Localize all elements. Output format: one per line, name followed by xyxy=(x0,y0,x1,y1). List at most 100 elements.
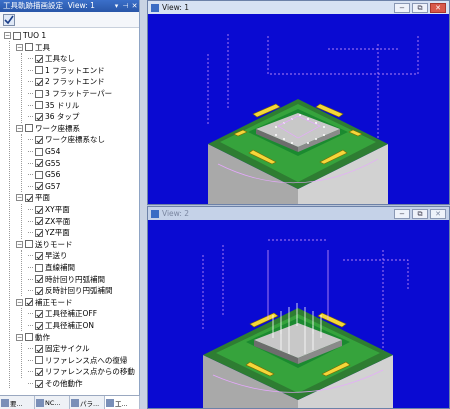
bottom-tab[interactable]: 要... xyxy=(0,396,35,409)
tree-checkbox[interactable] xyxy=(35,251,43,260)
tree-checkbox[interactable] xyxy=(35,275,43,284)
tree-checkbox[interactable] xyxy=(35,228,43,237)
tree-guide-line xyxy=(9,41,10,388)
view-window-1[interactable]: View: 1 − ⧉ ✕ xyxy=(147,0,450,205)
tree-node[interactable]: G57 xyxy=(28,181,60,192)
tree-node[interactable]: 時計回り円弧補間 xyxy=(28,274,105,285)
view-2-titlebar: View: 2 − ⧉ ✕ xyxy=(148,207,449,220)
tree-checkbox[interactable] xyxy=(35,182,43,191)
tree-checkbox[interactable] xyxy=(35,344,43,353)
tree-checkbox[interactable] xyxy=(35,54,43,63)
view-window-2[interactable]: View: 2 − ⧉ ✕ xyxy=(147,206,450,409)
tree-node[interactable]: 36 タップ xyxy=(28,111,79,122)
tree-node[interactable]: 反時計回り円弧補間 xyxy=(28,285,113,296)
tree-checkbox[interactable] xyxy=(35,321,43,330)
close-icon[interactable]: ✕ xyxy=(130,0,139,12)
collapse-toggle-icon[interactable]: − xyxy=(4,32,11,39)
bottom-tab-label: NC... xyxy=(45,398,61,407)
collapse-toggle-icon[interactable]: − xyxy=(16,43,23,51)
tree-node-label: ZX平面 xyxy=(45,216,71,226)
tree-node[interactable]: 工具径補正ON xyxy=(28,320,94,331)
dropdown-arrow-icon[interactable]: ▾ xyxy=(112,0,121,12)
tree-node[interactable]: その他動作 xyxy=(28,378,83,389)
tree-node[interactable]: 2 フラットエンド xyxy=(28,76,105,87)
tree-guide-line xyxy=(21,134,22,192)
tree-node[interactable]: ZX平面 xyxy=(28,216,70,227)
tree-node-label: G55 xyxy=(45,158,61,168)
collapse-toggle-icon[interactable]: − xyxy=(16,194,23,202)
tree-node[interactable]: 工具径補正OFF xyxy=(28,308,97,319)
minimize-button[interactable]: − xyxy=(394,208,410,219)
restore-button[interactable]: ⧉ xyxy=(412,208,428,219)
tree-checkbox[interactable] xyxy=(35,66,43,75)
view-1-titlebar: View: 1 − ⧉ ✕ xyxy=(148,1,449,14)
tree-node-label: 工具 xyxy=(35,42,50,52)
tree-checkbox[interactable] xyxy=(35,112,43,121)
tree-node[interactable]: 工具なし xyxy=(28,53,75,64)
tree-checkbox[interactable] xyxy=(25,298,33,307)
tree-checkbox[interactable] xyxy=(35,135,43,144)
view-2-viewport[interactable] xyxy=(148,220,449,408)
close-button[interactable]: ✕ xyxy=(430,208,446,219)
tree-node[interactable]: − 工具 xyxy=(16,42,50,53)
tree-node[interactable]: 1 フラットエンド xyxy=(28,65,105,76)
tree-checkbox[interactable] xyxy=(35,159,43,168)
tree-node[interactable]: リファレンス点からの移動 xyxy=(28,366,135,377)
pin-icon[interactable]: ⊣ xyxy=(121,0,130,12)
tree-node[interactable]: 固定サイクル xyxy=(28,343,90,354)
tree-node[interactable]: G56 xyxy=(28,169,60,180)
tree-checkbox[interactable] xyxy=(35,309,43,318)
collapse-toggle-icon[interactable]: − xyxy=(16,298,23,306)
tree-node[interactable]: 直線補間 xyxy=(28,262,75,273)
tree-node[interactable]: ワーク座標系なし xyxy=(28,134,105,145)
tree-checkbox[interactable] xyxy=(35,147,43,156)
tree-checkbox[interactable] xyxy=(35,263,43,272)
tree-node[interactable]: YZ平面 xyxy=(28,227,70,238)
tree-node[interactable]: 35 ドリル xyxy=(28,100,79,111)
tree-node-label: 反時計回り円弧補間 xyxy=(45,286,113,296)
bottom-tab-label: パラ... xyxy=(80,399,100,408)
tree-node[interactable]: 3 フラットテーパー xyxy=(28,88,112,99)
restore-button[interactable]: ⧉ xyxy=(412,2,428,13)
tree-node[interactable]: G55 xyxy=(28,158,60,169)
tree-node[interactable]: − 動作 xyxy=(16,332,50,343)
collapse-toggle-icon[interactable]: − xyxy=(16,124,23,132)
tree-node[interactable]: − 送りモード xyxy=(16,239,73,250)
tree-checkbox[interactable] xyxy=(25,333,33,342)
minimize-button[interactable]: − xyxy=(394,2,410,13)
collapse-toggle-icon[interactable]: − xyxy=(16,333,23,341)
tree-checkbox[interactable] xyxy=(35,101,43,110)
tree-connector xyxy=(28,267,33,268)
bottom-tab[interactable]: NC... xyxy=(35,396,70,409)
tree-node[interactable]: G54 xyxy=(28,146,60,157)
view-1-viewport[interactable] xyxy=(148,14,449,204)
tree-checkbox[interactable] xyxy=(25,124,33,133)
panel-splitter[interactable] xyxy=(140,0,147,409)
tree-checkbox[interactable] xyxy=(35,367,43,376)
tree-checkbox[interactable] xyxy=(25,193,33,202)
bottom-tab[interactable]: 工... xyxy=(105,396,140,409)
tree-node[interactable]: 早送り xyxy=(28,250,68,261)
tree-checkbox[interactable] xyxy=(25,43,33,52)
collapse-toggle-icon[interactable]: − xyxy=(16,240,23,248)
tree-node[interactable]: XY平面 xyxy=(28,204,70,215)
tree-checkbox[interactable] xyxy=(35,89,43,98)
tree-checkbox[interactable] xyxy=(35,205,43,214)
tree-checkbox[interactable] xyxy=(35,286,43,295)
tree-node[interactable]: − 平面 xyxy=(16,192,50,203)
tree-checkbox[interactable] xyxy=(35,356,43,365)
tree-checkbox[interactable] xyxy=(35,379,43,388)
bottom-tab[interactable]: パラ... xyxy=(70,396,105,409)
tree-checkbox[interactable] xyxy=(13,31,21,40)
tree-checkbox[interactable] xyxy=(35,77,43,86)
tree-node-label: 工具径補正ON xyxy=(45,321,95,330)
tree-node[interactable]: − 補正モード xyxy=(16,297,73,308)
tree-checkbox[interactable] xyxy=(25,240,33,249)
tree-node[interactable]: − TUO 1 xyxy=(4,30,46,41)
tree-checkbox[interactable] xyxy=(35,170,43,179)
tree-node[interactable]: リファレンス点への復帰 xyxy=(28,355,127,366)
close-button[interactable]: ✕ xyxy=(430,2,446,13)
tree-node[interactable]: − ワーク座標系 xyxy=(16,123,80,134)
check-all-button[interactable] xyxy=(3,14,15,26)
tree-checkbox[interactable] xyxy=(35,217,43,226)
